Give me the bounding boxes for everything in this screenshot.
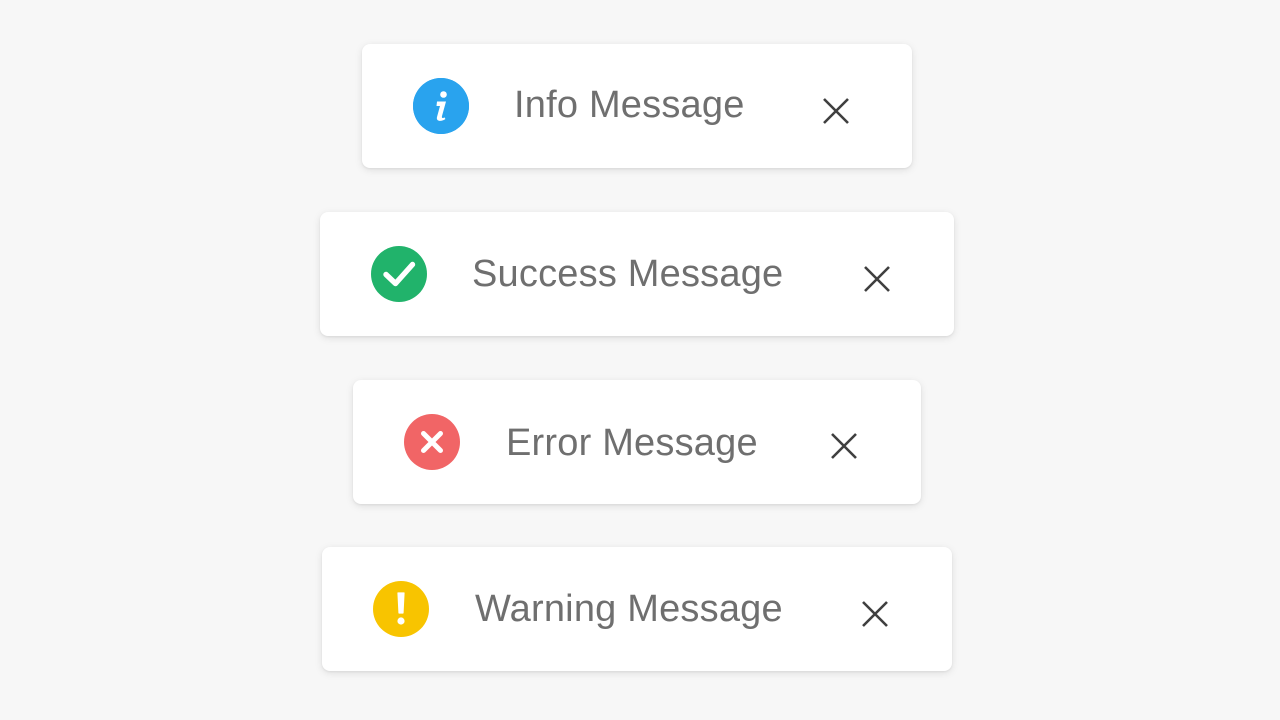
toast-message: Info Message (514, 84, 745, 126)
toast-info: Info Message (362, 44, 912, 168)
close-icon[interactable] (828, 430, 860, 462)
toast-warning: Warning Message (322, 547, 952, 671)
toast-success: Success Message (320, 212, 954, 336)
toast-message: Error Message (506, 422, 758, 464)
error-x-icon (404, 414, 460, 470)
check-icon (371, 246, 427, 302)
toast-message: Warning Message (475, 588, 783, 630)
toast-error: Error Message (353, 380, 921, 504)
close-icon[interactable] (820, 95, 852, 127)
info-icon (413, 78, 469, 134)
close-icon[interactable] (859, 598, 891, 630)
toast-message: Success Message (472, 253, 784, 295)
exclamation-icon (373, 581, 429, 637)
toast-stack: Info Message Success Message Error Messa… (0, 0, 1280, 720)
close-icon[interactable] (861, 263, 893, 295)
